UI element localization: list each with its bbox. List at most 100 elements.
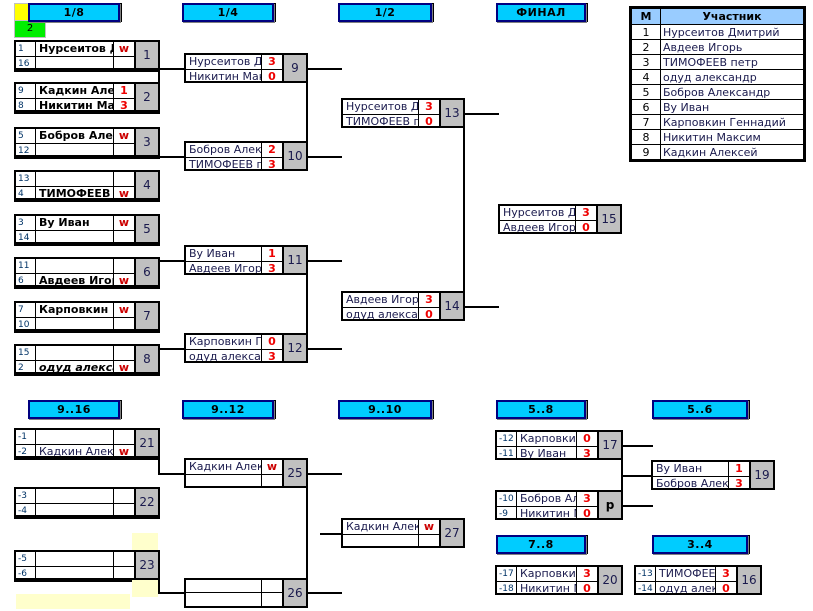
player-name[interactable]: Кадкин Алексей: [36, 84, 114, 98]
match-row[interactable]: Авдеев Игорь 3: [186, 262, 282, 273]
match-row[interactable]: одуд александр3: [186, 350, 282, 361]
score-cell[interactable]: [114, 144, 134, 155]
score-cell[interactable]: w: [114, 216, 134, 230]
score-cell[interactable]: [419, 535, 439, 546]
match-box-m10[interactable]: Бобров Александр2ТИМОФЕЕВ петр310: [184, 141, 308, 171]
score-cell[interactable]: [262, 593, 282, 606]
match-row[interactable]: 16: [16, 57, 134, 68]
match-box-m16[interactable]: -13ТИМОФЕЕВ петр3-14одуд александр016: [634, 565, 762, 595]
score-cell[interactable]: 1: [114, 84, 134, 98]
score-cell[interactable]: w: [114, 274, 134, 285]
player-name[interactable]: ТИМОФЕЕВ петр: [36, 187, 114, 198]
match-box-m23[interactable]: -5 -6 23: [14, 550, 160, 580]
match-row[interactable]: [186, 593, 282, 606]
player-name[interactable]: Бобров Александр: [517, 492, 577, 506]
match-row[interactable]: 2одуд александрw: [16, 361, 134, 372]
score-cell[interactable]: 0: [419, 308, 439, 319]
score-cell[interactable]: [114, 231, 134, 242]
score-cell[interactable]: [114, 172, 134, 186]
player-name[interactable]: [36, 172, 114, 186]
score-cell[interactable]: 0: [577, 582, 597, 593]
player-name[interactable]: [36, 231, 114, 242]
player-name[interactable]: Кадкин Алексей: [343, 520, 419, 534]
score-cell[interactable]: [262, 475, 282, 486]
score-cell[interactable]: 0: [577, 507, 597, 518]
match-box-m12[interactable]: Карповкин Геннадий0одуд александр312: [184, 333, 308, 363]
player-name[interactable]: [36, 567, 114, 578]
score-cell[interactable]: [114, 489, 134, 503]
match-row[interactable]: ТИМОФЕЕВ петр0: [343, 115, 439, 126]
score-cell[interactable]: [114, 57, 134, 68]
match-box-m4[interactable]: 134ТИМОФЕЕВ петрw4: [14, 170, 160, 200]
player-name[interactable]: ТИМОФЕЕВ петр: [656, 567, 716, 581]
match-row[interactable]: 11: [16, 259, 134, 274]
score-cell[interactable]: 3: [576, 206, 596, 220]
player-name[interactable]: Ву Иван: [186, 247, 262, 261]
match-box-m14[interactable]: Авдеев Игорь3одуд александр014: [341, 291, 465, 321]
player-name[interactable]: Бобров Александр: [36, 129, 114, 143]
match-row[interactable]: 7Карповкин Геннадийw: [16, 303, 134, 318]
match-row[interactable]: -18Никитин Максим0: [497, 582, 597, 593]
score-cell[interactable]: w: [262, 460, 282, 474]
match-row[interactable]: 12: [16, 144, 134, 155]
match-row[interactable]: [343, 535, 439, 546]
match-box-m15[interactable]: Нурсеитов Дмитрий3Авдеев Игорь015: [498, 204, 622, 234]
player-name[interactable]: Авдеев Игорь: [186, 262, 262, 273]
match-row[interactable]: Никитин Максим0: [186, 70, 282, 81]
score-cell[interactable]: 0: [576, 221, 596, 232]
match-row[interactable]: [186, 475, 282, 486]
player-name[interactable]: Авдеев Игорь: [36, 274, 114, 285]
player-name[interactable]: одуд александр: [36, 361, 114, 372]
score-cell[interactable]: 3: [419, 293, 439, 307]
score-cell[interactable]: [114, 430, 134, 444]
player-name[interactable]: Никитин Максим: [517, 507, 577, 518]
player-name[interactable]: Ву Иван: [653, 462, 729, 476]
player-name[interactable]: Нурсеитов Дмитрий: [36, 42, 114, 56]
score-cell[interactable]: 3: [114, 99, 134, 110]
player-name[interactable]: [186, 580, 262, 592]
match-box-m26[interactable]: 26: [184, 578, 308, 608]
match-box-m19[interactable]: Ву Иван1Бобров Александр319: [651, 460, 775, 490]
player-name[interactable]: [186, 593, 262, 606]
match-row[interactable]: 3 Ву Иван w: [16, 216, 134, 231]
match-row[interactable]: -17Карповкин Геннадий3: [497, 567, 597, 582]
player-name[interactable]: одуд александр: [343, 308, 419, 319]
score-cell[interactable]: w: [114, 129, 134, 143]
match-box-m11[interactable]: Ву Иван 1 Авдеев Игорь 3 11: [184, 245, 308, 275]
match-box-m25[interactable]: Кадкин Алексейw25: [184, 458, 308, 488]
player-name[interactable]: [36, 430, 114, 444]
player-name[interactable]: Ву Иван: [517, 447, 577, 458]
match-row[interactable]: 5Бобров Александрw: [16, 129, 134, 144]
score-cell[interactable]: 3: [577, 567, 597, 581]
player-name[interactable]: Никитин Максим: [36, 99, 114, 110]
match-row[interactable]: Нурсеитов Дмитрий3: [186, 55, 282, 70]
match-box-m6[interactable]: 116Авдеев Игорьw6: [14, 257, 160, 287]
score-cell[interactable]: [114, 504, 134, 515]
match-row[interactable]: Карповкин Геннадий0: [186, 335, 282, 350]
match-box-m1[interactable]: 1Нурсеитов Дмитрийw161: [14, 40, 160, 70]
match-box-m22[interactable]: -3 -4 22: [14, 487, 160, 517]
match-row[interactable]: 14: [16, 231, 134, 242]
score-cell[interactable]: 3: [419, 100, 439, 114]
match-row[interactable]: -5: [16, 552, 134, 567]
player-name[interactable]: [36, 489, 114, 503]
match-row[interactable]: -12Карповкин Геннадий0: [497, 432, 597, 447]
player-name[interactable]: Карповкин Геннадий: [186, 335, 262, 349]
player-name[interactable]: Никитин Максим: [517, 582, 577, 593]
match-box-m18[interactable]: -10Бобров Александр3-9Никитин Максим0p: [495, 490, 623, 520]
match-row[interactable]: Бобров Александр3: [653, 477, 749, 488]
player-name[interactable]: Бобров Александр: [186, 143, 262, 157]
match-row[interactable]: 13: [16, 172, 134, 187]
player-name[interactable]: Нурсеитов Дмитрий: [186, 55, 262, 69]
match-row[interactable]: [186, 580, 282, 593]
score-cell[interactable]: 3: [262, 158, 282, 169]
match-box-m7[interactable]: 7Карповкин Геннадийw107: [14, 301, 160, 331]
score-cell[interactable]: 3: [716, 567, 736, 581]
score-cell[interactable]: 3: [262, 350, 282, 361]
player-name[interactable]: [36, 259, 114, 273]
score-cell[interactable]: [114, 259, 134, 273]
score-cell[interactable]: w: [114, 187, 134, 198]
match-row[interactable]: 4ТИМОФЕЕВ петрw: [16, 187, 134, 198]
match-row[interactable]: -4: [16, 504, 134, 515]
match-row[interactable]: -9Никитин Максим0: [497, 507, 597, 518]
